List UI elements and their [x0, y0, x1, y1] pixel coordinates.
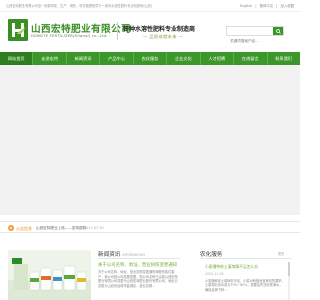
search-icon — [275, 28, 281, 34]
main-nav: 网站首页 走进宏特 新闻资讯 产品中心 农化服务 企业文化 人才招聘 在线留言 … — [0, 52, 300, 65]
service-item-date: 2020-11-09 — [205, 272, 224, 276]
add-favorite-link[interactable]: 加入收藏 — [280, 4, 294, 8]
english-link[interactable]: English — [240, 4, 252, 8]
link-separator: | — [255, 4, 257, 8]
notice-date: 2017-07-30 — [84, 225, 104, 230]
header-subslogan: — 品质成就未来 — — [143, 34, 183, 40]
subslogan-dash-left: — — [143, 34, 148, 39]
subslogan-dash-right: — — [178, 34, 184, 39]
header-slogan: 特种水溶性肥料专业制造商 — [123, 26, 196, 33]
nav-item-home[interactable]: 网站首页 — [0, 52, 34, 65]
search-button[interactable] — [273, 27, 283, 35]
subslogan-text: 品质成就未来 — [149, 34, 177, 39]
news-section-title: 新闻资讯 INFORMATION — [98, 250, 180, 258]
news-title-underline — [98, 258, 180, 259]
news-image[interactable] — [8, 250, 91, 300]
news-summary: 关于公司名称、地址、营业执照变更通知尊敬的各位客户：我公司因公司发展需要，现公司… — [98, 270, 178, 288]
news-headline-link[interactable]: 关于公司名称、地址、营业执照变更通知 — [98, 262, 177, 268]
nav-item-products[interactable]: 产品中心 — [100, 52, 134, 65]
service-title-underline — [200, 258, 292, 259]
nav-item-contact[interactable]: 联系我们 — [268, 52, 300, 65]
service-item-summary: 小麦播种前土壤墒情不足，小麦对种植适宜墒情的要求，土壤相对含水量为70%~80%… — [205, 279, 285, 292]
traditional-chinese-link[interactable]: 繁体中文 — [260, 4, 274, 8]
company-logo-icon[interactable] — [8, 19, 28, 41]
link-separator: | — [276, 4, 278, 8]
nav-item-agro-service[interactable]: 农化服务 — [134, 52, 168, 65]
news-section: 新闻资讯 INFORMATION — [98, 250, 180, 258]
notice-text[interactable]: 山西宏特肥业上线——宏特国际 — [36, 226, 86, 231]
nav-item-culture[interactable]: 企业文化 — [167, 52, 201, 65]
news-photo-illustration — [8, 250, 91, 300]
banner-area — [0, 65, 300, 215]
header-divider — [117, 22, 118, 40]
nav-item-message[interactable]: 在线留言 — [234, 52, 268, 65]
service-scrollbar-thumb[interactable] — [288, 262, 290, 276]
speaker-icon — [8, 225, 14, 231]
nav-item-recruitment[interactable]: 人才招聘 — [201, 52, 235, 65]
service-more-link[interactable]: 更多 — [278, 251, 284, 256]
nav-item-about[interactable]: 走进宏特 — [33, 52, 67, 65]
company-name-en: HONGTE FERTILIZER(Shanxi) co.,Ltd. — [31, 34, 108, 38]
nav-item-news[interactable]: 新闻资讯 — [67, 52, 101, 65]
service-item-title-link[interactable]: 小麦播种前土壤墒情不足怎么办 — [205, 264, 258, 270]
top-links: English | 繁体中文 | 加入收藏 — [238, 3, 294, 8]
notice-label: 公告信息 — [16, 225, 32, 231]
notice-bar: 公告信息 山西宏特肥业上线——宏特国际 2017-07-30 — [0, 221, 300, 233]
news-title-en: INFORMATION — [122, 253, 145, 257]
site-intro-text: 山西宏特肥业有限公司是一家集研发、生产、销售、科学施肥指导于一体的水溶性肥料专业… — [6, 4, 152, 8]
company-name-cn: 山西宏特肥业有限公司 — [31, 24, 131, 35]
search-input[interactable] — [227, 37, 273, 45]
top-bar: 山西宏特肥业有限公司是一家集研发、生产、销售、科学施肥指导于一体的水溶性肥料专业… — [0, 0, 300, 12]
service-section-title: 农化服务 — [200, 252, 223, 258]
